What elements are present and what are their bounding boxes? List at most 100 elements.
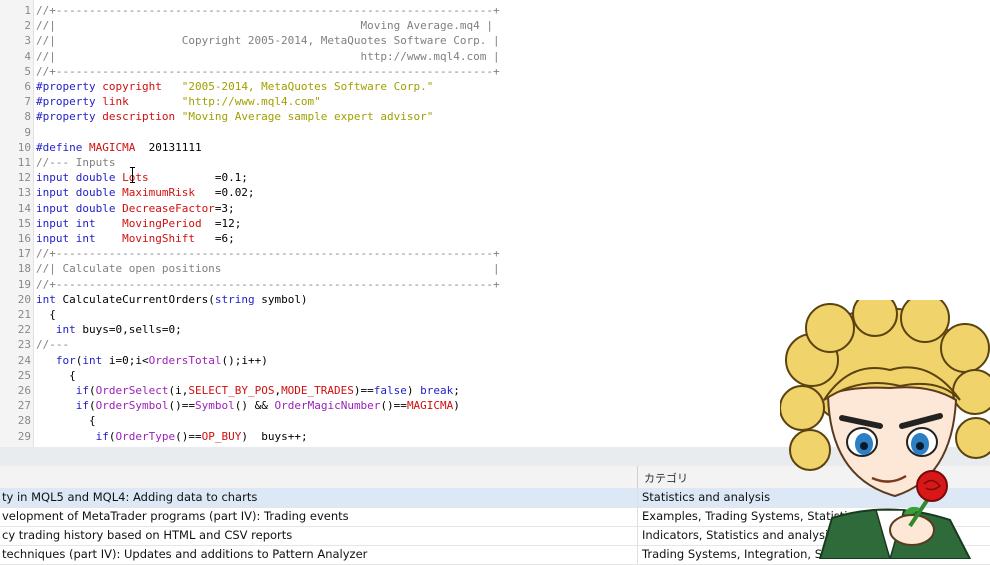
code-line[interactable]: 18 //| Calculate open positions |: [0, 261, 990, 276]
line-number: 17: [17, 247, 31, 261]
code-token: "http://www.mql4.com": [128, 95, 321, 109]
code-token: =12;: [201, 216, 242, 230]
code-text: int CalculateCurrentOrders(string symbol…: [36, 292, 308, 307]
line-number: 15: [17, 216, 31, 230]
code-line[interactable]: 10 #define MAGICMA 20131111: [0, 140, 990, 155]
line-number: 27: [17, 399, 31, 413]
code-token: =0.02;: [194, 186, 255, 200]
code-token: (: [88, 399, 96, 413]
code-token: =3;: [214, 201, 235, 215]
code-token: ();i++): [221, 353, 268, 367]
code-line[interactable]: 1 //+------------------------------------…: [0, 3, 990, 18]
code-text: //| Moving Average.mq4 |: [36, 18, 493, 33]
code-line[interactable]: 7 #property link "http://www.mql4.com": [0, 94, 990, 109]
code-token: string: [214, 292, 255, 306]
code-token: Symbol: [194, 399, 235, 413]
code-line[interactable]: 15 input int MovingPeriod =12;: [0, 216, 990, 231]
line-number: 6: [24, 80, 31, 93]
code-line[interactable]: 8 #property description "Moving Average s…: [0, 109, 990, 124]
code-line[interactable]: 4 //| http://www.mql4.com |: [0, 49, 990, 64]
code-token: {: [36, 414, 96, 428]
code-text: //| Calculate open positions |: [36, 261, 500, 276]
code-token: #define: [36, 140, 89, 154]
code-token: ()==: [168, 399, 195, 413]
code-token: input double: [36, 171, 123, 185]
line-number: 29: [17, 429, 31, 443]
line-number: 20: [17, 292, 31, 306]
code-line[interactable]: 6 #property copyright "2005-2014, MetaQuo…: [0, 79, 990, 94]
code-token: //--- Inputs: [36, 156, 116, 169]
line-number: 2: [24, 19, 31, 33]
code-token: MAGICMA: [88, 140, 136, 154]
code-text: {: [36, 368, 76, 383]
code-text: {: [36, 413, 96, 428]
code-text: if(OrderSymbol()==Symbol() && OrderMagic…: [36, 398, 460, 413]
code-token: () &&: [234, 399, 275, 413]
code-token: //| Copyright 2005-2014, MetaQuotes Soft…: [36, 34, 500, 48]
code-token: OrderSelect: [95, 384, 169, 397]
code-token: break: [420, 384, 454, 397]
code-token: copyright: [102, 80, 162, 93]
code-token: i=0;i<: [108, 353, 149, 367]
line-number: 1: [24, 4, 31, 17]
code-token: //---: [36, 338, 70, 352]
code-text: //+-------------------------------------…: [36, 277, 500, 292]
code-token: =0.1;: [148, 171, 248, 185]
column-category-header[interactable]: カテゴリ: [644, 470, 688, 486]
line-number: 12: [17, 171, 31, 185]
code-token: if: [36, 429, 109, 443]
code-line[interactable]: 11 //--- Inputs: [0, 155, 990, 170]
code-text: input double DecreaseFactor=3;: [36, 201, 235, 216]
code-token: DecreaseFactor: [122, 201, 215, 215]
code-token: MaximumRisk: [122, 186, 195, 200]
code-line[interactable]: 19 //+-----------------------------------…: [0, 277, 990, 292]
code-text: input double MaximumRisk =0.02;: [36, 185, 255, 200]
code-token: input int: [36, 232, 123, 245]
code-text: input int MovingPeriod =12;: [36, 216, 241, 231]
article-title: cy trading history based on HTML and CSV…: [2, 528, 293, 542]
cell-separator: [637, 526, 638, 545]
code-token: description: [102, 110, 176, 124]
code-line[interactable]: 12 input double Lots =0.1;: [0, 170, 990, 185]
code-line[interactable]: 9: [0, 125, 990, 140]
line-number: 23: [17, 338, 31, 352]
code-token: //+-------------------------------------…: [36, 247, 500, 261]
code-token: OrdersTotal: [148, 353, 222, 367]
code-token: //| Moving Average.mq4 |: [36, 19, 493, 33]
code-line[interactable]: 2 //| Moving Average.mq4 |: [0, 18, 990, 33]
code-token: OP_BUY: [201, 429, 242, 443]
line-number: 5: [24, 64, 31, 78]
line-number: 19: [17, 277, 31, 291]
code-token: "2005-2014, MetaQuotes Software Corp.": [161, 80, 434, 93]
code-token: OrderSymbol: [95, 399, 169, 413]
code-token: false: [373, 384, 407, 397]
code-line[interactable]: 13 input double MaximumRisk =0.02;: [0, 185, 990, 200]
code-token: #property: [36, 110, 103, 124]
code-token: ): [406, 384, 421, 397]
code-line[interactable]: 17 //+-----------------------------------…: [0, 246, 990, 261]
code-text: #property link "http://www.mql4.com": [36, 94, 321, 109]
text-cursor-icon: [130, 166, 136, 184]
code-line[interactable]: 16 input int MovingShift =6;: [0, 231, 990, 246]
code-token: {: [36, 308, 56, 321]
code-text: //--- Inputs: [36, 155, 115, 170]
code-text: int buys=0,sells=0;: [36, 322, 182, 337]
code-line[interactable]: 14 input double DecreaseFactor=3;: [0, 201, 990, 216]
code-text: //+-------------------------------------…: [36, 246, 500, 261]
code-token: //+-------------------------------------…: [36, 64, 500, 78]
code-line[interactable]: 3 //| Copyright 2005-2014, MetaQuotes Sof…: [0, 33, 990, 48]
code-token: 20131111: [135, 140, 202, 154]
code-token: ) buys++;: [241, 429, 308, 443]
column-separator[interactable]: [637, 466, 638, 488]
line-number: 18: [17, 262, 31, 276]
code-token: MAGICMA: [406, 399, 454, 413]
code-token: input double: [36, 201, 123, 215]
line-number: 7: [24, 95, 31, 109]
code-line[interactable]: 5 //+------------------------------------…: [0, 64, 990, 79]
cell-separator: [637, 507, 638, 526]
article-title: techniques (part IV): Updates and additi…: [2, 547, 368, 561]
code-token: for: [36, 353, 76, 367]
code-token: (: [88, 384, 96, 397]
code-token: "Moving Average sample expert advisor": [175, 110, 434, 124]
line-number: 24: [17, 353, 31, 367]
